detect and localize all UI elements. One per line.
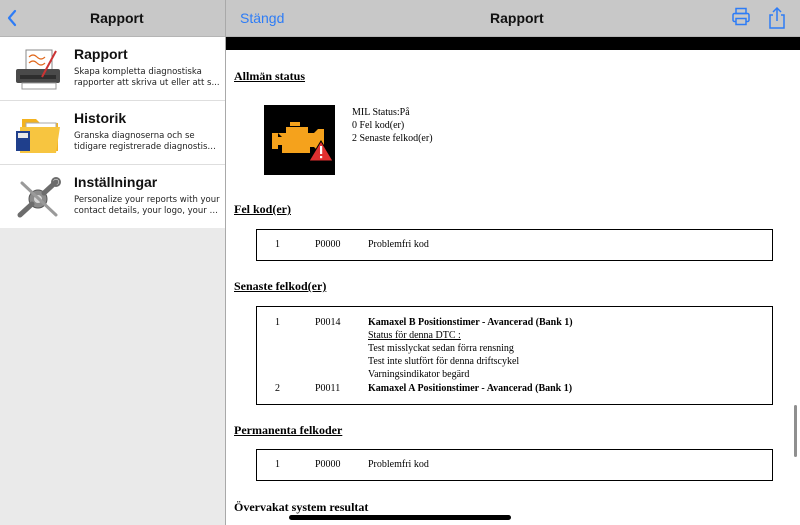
share-icon[interactable] [767, 6, 787, 30]
report-printer-icon [16, 49, 60, 90]
fault-codes-heading: Fel kod(er) [234, 202, 291, 216]
sidebar-item-historik[interactable]: Historik Granska diagnoserna och se tidi… [0, 101, 225, 165]
permanent-codes-table: 1 P0000 Problemfri kod [256, 449, 773, 481]
report-document[interactable]: Allmän status MIL Status:På 0 Fel kod(er… [226, 50, 800, 525]
report-scrollbar[interactable] [794, 405, 797, 457]
mil-status: MIL Status:På [352, 107, 410, 118]
permanent-codes-heading: Permanenta felkoder [234, 423, 343, 437]
recent-count: 2 Senaste felkod(er) [352, 133, 433, 144]
recent-codes-table: 1 P0014 Kamaxel B Positionstimer - Avanc… [256, 306, 773, 405]
mil-status-block: MIL Status:På 0 Fel kod(er) 2 Senaste fe… [352, 106, 433, 145]
sidebar-item-title: Rapport [74, 46, 128, 62]
fault-count: 0 Fel kod(er) [352, 120, 405, 131]
page-title: Rapport [490, 10, 544, 26]
back-chevron-icon[interactable] [6, 9, 18, 27]
sidebar-item-rapport[interactable]: Rapport Skapa kompletta diagnostiska rap… [0, 37, 225, 101]
sidebar-title: Rapport [90, 10, 144, 26]
sidebar-item-desc: Granska diagnoserna och se tidigare regi… [74, 131, 220, 152]
tools-settings-icon [17, 177, 61, 218]
monitor-heading: Övervakat system resultat [234, 500, 369, 514]
report-top-strip [226, 37, 800, 50]
check-engine-icon [264, 105, 335, 175]
sidebar-item-title: Inställningar [74, 174, 158, 190]
fault-codes-table: 1 P0000 Problemfri kod [256, 229, 773, 261]
close-button[interactable]: Stängd [240, 10, 284, 26]
sidebar-navbar: Rapport [0, 0, 226, 37]
sidebar-item-title: Historik [74, 110, 127, 126]
recent-codes-heading: Senaste felkod(er) [234, 279, 327, 293]
report-navbar: Rapport [226, 0, 800, 37]
home-indicator[interactable] [289, 515, 511, 520]
sidebar: Rapport Skapa kompletta diagnostiska rap… [0, 37, 225, 525]
sidebar-item-installningar[interactable]: Inställningar Personalize your reports w… [0, 165, 225, 228]
sidebar-item-desc: Personalize your reports with your conta… [74, 195, 220, 216]
folder-history-icon [16, 119, 60, 153]
print-icon[interactable] [731, 6, 751, 28]
general-status-heading: Allmän status [234, 69, 306, 83]
sidebar-item-desc: Skapa kompletta diagnostiska rapporter a… [74, 67, 220, 88]
